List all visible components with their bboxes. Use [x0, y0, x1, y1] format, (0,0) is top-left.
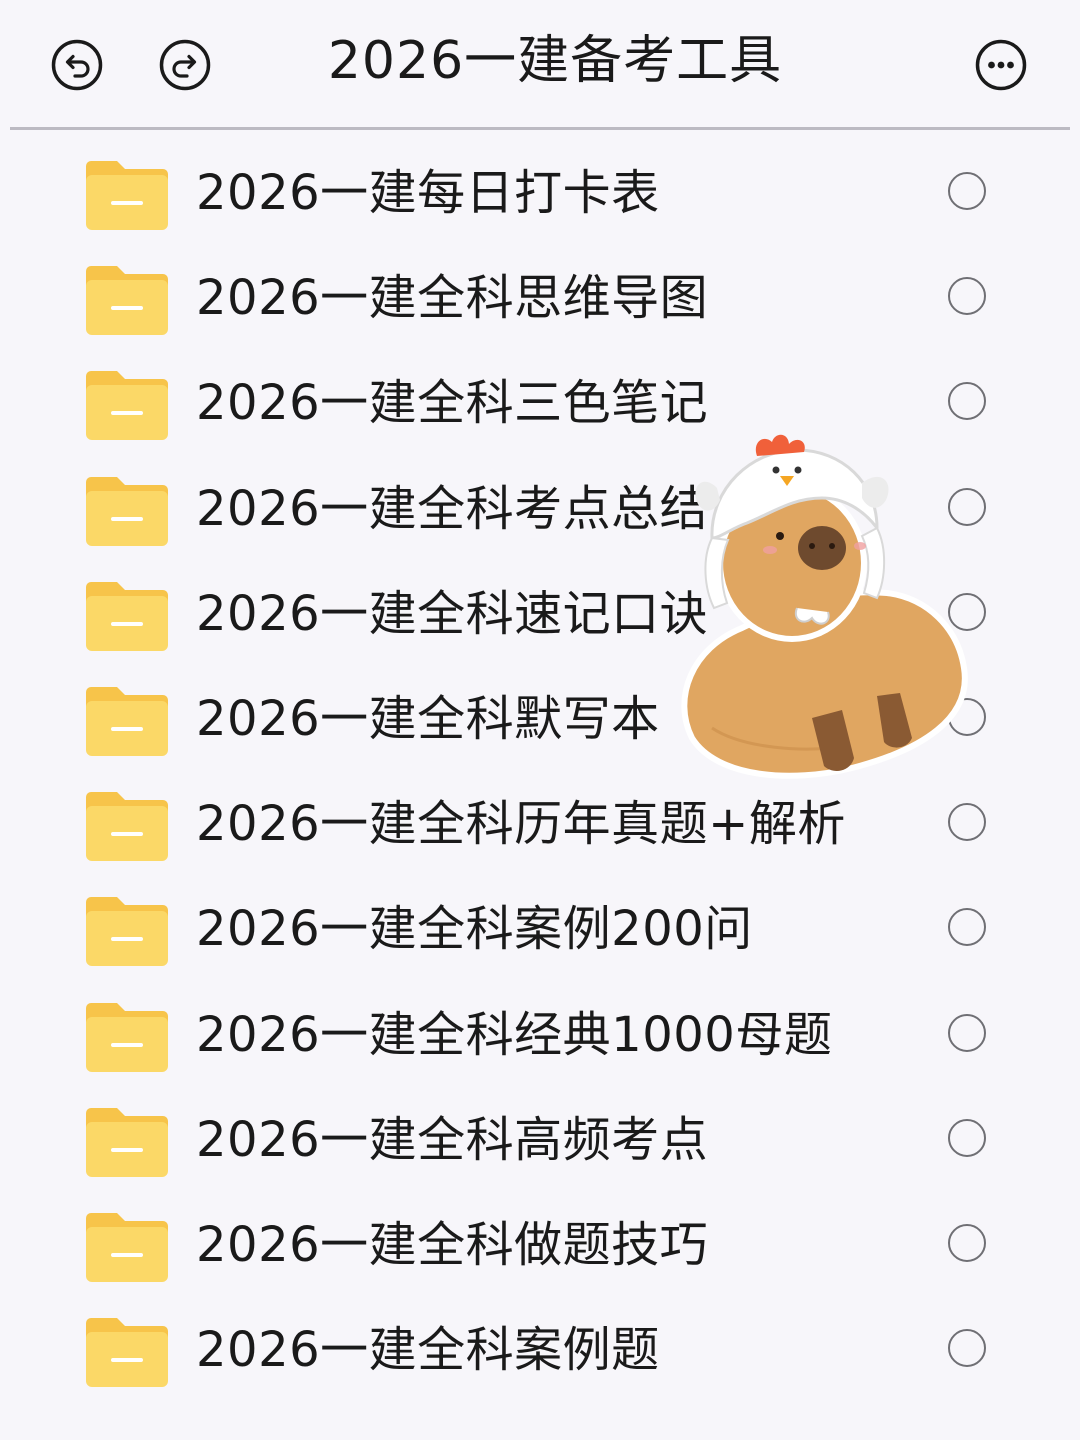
- folder-icon: [85, 1209, 169, 1283]
- folder-icon: [85, 578, 169, 652]
- select-radio[interactable]: [948, 1013, 986, 1052]
- select-radio[interactable]: [948, 1223, 986, 1262]
- folder-name-label: 2026一建全科历年真题+解析: [196, 796, 846, 853]
- folder-icon: [85, 999, 169, 1073]
- select-radio[interactable]: [948, 382, 986, 421]
- folder-icon: [85, 473, 169, 547]
- folder-icon: [85, 683, 169, 757]
- page-title: 2026一建备考工具: [327, 31, 783, 91]
- folder-name-label: 2026一建全科经典1000母题: [196, 1006, 833, 1063]
- select-radio[interactable]: [948, 172, 986, 210]
- folder-name-label: 2026一建全科思维导图: [196, 270, 709, 327]
- redo-button[interactable]: [158, 38, 212, 92]
- capybara-sticker: [672, 428, 972, 780]
- redo-arrow-icon: [159, 39, 211, 91]
- folder-name-label: 2026一建全科高频考点: [196, 1111, 709, 1168]
- header-divider: [10, 127, 1070, 130]
- folder-name-label: 2026一建每日打卡表: [196, 165, 660, 221]
- select-radio[interactable]: [948, 277, 986, 316]
- folder-icon: [85, 157, 169, 231]
- select-radio[interactable]: [948, 908, 986, 947]
- folder-list-item[interactable]: 2026一建全科案例题: [0, 1297, 1080, 1402]
- select-radio[interactable]: [948, 1329, 986, 1368]
- folder-name-label: 2026一建全科做题技巧: [196, 1216, 709, 1273]
- folder-list-item[interactable]: 2026一建全科历年真题+解析: [0, 771, 1080, 876]
- folder-icon: [85, 262, 169, 336]
- folder-list-item[interactable]: 2026一建全科高频考点: [0, 1087, 1080, 1192]
- folder-name-label: 2026一建全科案例题: [196, 1322, 660, 1379]
- capybara-chicken-hat-sticker: [681, 434, 968, 779]
- folder-icon: [85, 1104, 169, 1178]
- folder-name-label: 2026一建全科默写本: [196, 690, 660, 747]
- folder-name-label: 2026一建全科速记口诀: [196, 585, 709, 642]
- folder-list-item[interactable]: 2026一建每日打卡表: [0, 140, 1080, 245]
- folder-list-item[interactable]: 2026一建全科案例200问: [0, 876, 1080, 981]
- folder-list-item[interactable]: 2026一建全科思维导图: [0, 245, 1080, 350]
- undo-button[interactable]: [50, 38, 104, 92]
- folder-list-item[interactable]: 2026一建全科经典1000母题: [0, 982, 1080, 1087]
- folder-name-label: 2026一建全科三色笔记: [196, 375, 709, 432]
- undo-arrow-icon: [51, 39, 103, 91]
- folder-icon: [85, 788, 169, 862]
- folder-name-label: 2026一建全科案例200问: [196, 901, 753, 958]
- folder-name-label: 2026一建全科考点总结: [196, 480, 709, 537]
- folder-icon: [85, 1314, 169, 1388]
- select-radio[interactable]: [948, 1118, 986, 1157]
- more-options-icon: [975, 39, 1027, 91]
- more-options-button[interactable]: [974, 38, 1028, 92]
- folder-list-item[interactable]: 2026一建全科做题技巧: [0, 1192, 1080, 1297]
- folder-icon: [85, 893, 169, 967]
- select-radio[interactable]: [948, 803, 986, 842]
- folder-icon: [85, 367, 169, 441]
- app-header: 2026一建备考工具: [0, 0, 1080, 128]
